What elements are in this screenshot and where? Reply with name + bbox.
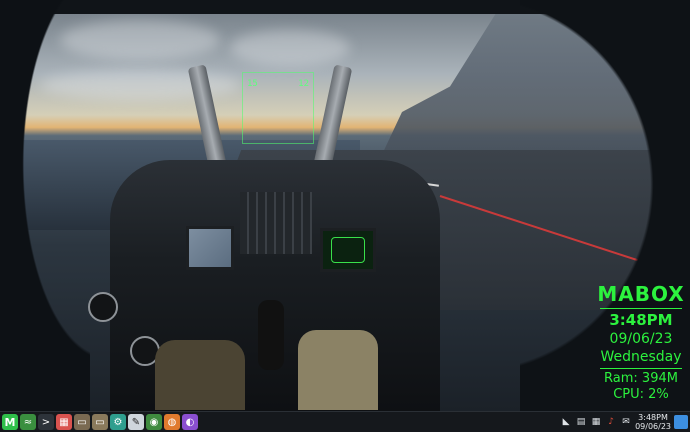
clock-time: 3:48PM bbox=[638, 413, 668, 422]
divider bbox=[600, 308, 682, 309]
launcher-area: M ≈ > ▦ ▭ ▭ ⚙ ✎ ◉ ◍ ◐ bbox=[0, 414, 198, 430]
hud-altitude: 12 bbox=[298, 79, 309, 89]
ram-usage: Ram: 394M bbox=[604, 371, 678, 386]
desktop-wallpaper: 15 12 bbox=[0, 0, 690, 411]
clock-date: 09/06/23 bbox=[635, 422, 671, 431]
gauge-icon bbox=[88, 292, 118, 322]
keyboard-icon[interactable]: ▦ bbox=[590, 416, 602, 428]
widget-date: 09/06/23 bbox=[609, 331, 673, 347]
browser-icon[interactable]: ◉ bbox=[146, 414, 162, 430]
cpu-usage: CPU: 2% bbox=[613, 387, 669, 402]
taskbar: M ≈ > ▦ ▭ ▭ ⚙ ✎ ◉ ◍ ◐ ◣ ▤ ▦ ♪ ✉ 3:48PM 0… bbox=[0, 411, 690, 432]
widget-day: Wednesday bbox=[600, 349, 682, 365]
apps-grid-icon[interactable]: ▦ bbox=[56, 414, 72, 430]
system-monitor-widget: MABOX 3:48PM 09/06/23 Wednesday Ram: 394… bbox=[592, 282, 690, 403]
divider bbox=[600, 368, 682, 369]
hud-speed: 15 bbox=[247, 79, 258, 89]
text-editor-icon[interactable]: ✎ bbox=[128, 414, 144, 430]
media-player-icon[interactable]: ◐ bbox=[182, 414, 198, 430]
radar-display bbox=[320, 228, 376, 272]
control-stick bbox=[258, 300, 284, 370]
settings-icon[interactable]: ⚙ bbox=[110, 414, 126, 430]
pilot-right-knee bbox=[298, 330, 378, 410]
firefox-icon[interactable]: ◍ bbox=[164, 414, 180, 430]
map-display bbox=[186, 226, 234, 270]
system-tray: ◣ ▤ ▦ ♪ ✉ 3:48PM 09/06/23 bbox=[560, 413, 690, 431]
volume-icon[interactable]: ♪ bbox=[605, 416, 617, 428]
taskbar-clock[interactable]: 3:48PM 09/06/23 bbox=[635, 413, 671, 431]
files-icon[interactable]: ▭ bbox=[74, 414, 90, 430]
show-desktop-button[interactable] bbox=[674, 415, 688, 429]
folder-icon[interactable]: ▭ bbox=[92, 414, 108, 430]
cockpit-keypad bbox=[240, 192, 312, 254]
notifications-icon[interactable]: ✉ bbox=[620, 416, 632, 428]
hud-display: 15 12 bbox=[242, 72, 314, 144]
distro-name: MABOX bbox=[597, 282, 685, 306]
clipboard-icon[interactable]: ▤ bbox=[575, 416, 587, 428]
widget-time: 3:48PM bbox=[609, 311, 673, 329]
app-menu-button[interactable]: M bbox=[2, 414, 18, 430]
pilot-left-arm bbox=[155, 340, 245, 410]
network-icon[interactable]: ◣ bbox=[560, 416, 572, 428]
activity-icon[interactable]: ≈ bbox=[20, 414, 36, 430]
canopy-frame-left bbox=[0, 0, 90, 411]
terminal-icon[interactable]: > bbox=[38, 414, 54, 430]
